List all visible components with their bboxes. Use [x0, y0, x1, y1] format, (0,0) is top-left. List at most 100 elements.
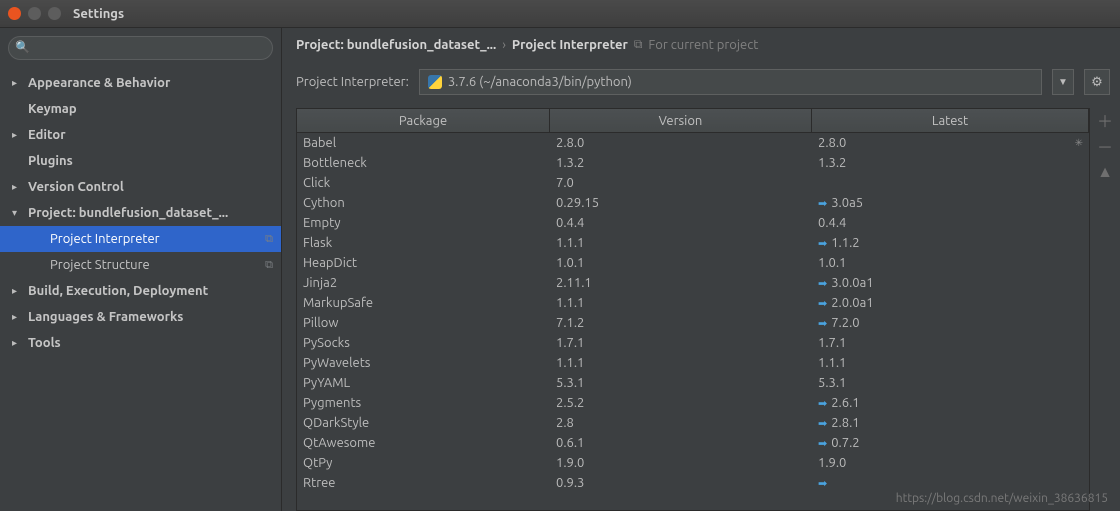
- table-row[interactable]: MarkupSafe1.1.1➡2.0.0a1: [297, 293, 1089, 313]
- cell-package: Jinja2: [297, 276, 550, 290]
- cell-latest: ➡1.1.2: [812, 236, 1089, 250]
- cell-version: 1.1.1: [550, 236, 812, 250]
- sidebar-item[interactable]: Project: bundlefusion_dataset_...: [0, 200, 281, 226]
- sidebar-item-label: Build, Execution, Deployment: [28, 284, 281, 298]
- window-maximize-icon[interactable]: [48, 7, 61, 20]
- table-row[interactable]: Bottleneck1.3.21.3.2: [297, 153, 1089, 173]
- copy-icon: ⧉: [634, 38, 643, 52]
- breadcrumb: Project: bundlefusion_dataset_... › Proj…: [282, 28, 1120, 62]
- cell-package: Cython: [297, 196, 550, 210]
- sidebar-item[interactable]: Build, Execution, Deployment: [0, 278, 281, 304]
- window-controls: [8, 7, 61, 20]
- table-row[interactable]: QtAwesome0.6.1➡0.7.2: [297, 433, 1089, 453]
- table-row[interactable]: PyWavelets1.1.11.1.1: [297, 353, 1089, 373]
- chevron-icon: [12, 77, 24, 89]
- sidebar-item-label: Plugins: [28, 154, 281, 168]
- breadcrumb-separator: ›: [502, 38, 506, 52]
- cell-version: 5.3.1: [550, 376, 812, 390]
- sidebar-item-selected[interactable]: Project Interpreter⧉: [0, 226, 281, 252]
- header-latest[interactable]: Latest: [812, 109, 1089, 132]
- cell-latest: ➡0.7.2: [812, 436, 1089, 450]
- cell-latest: ➡2.8.1: [812, 416, 1089, 430]
- cell-latest: ➡2.6.1: [812, 396, 1089, 410]
- table-row[interactable]: Flask1.1.1➡1.1.2: [297, 233, 1089, 253]
- sidebar-item[interactable]: Editor: [0, 122, 281, 148]
- interpreter-row: Project Interpreter: 3.7.6 (~/anaconda3/…: [282, 62, 1120, 102]
- upgrade-arrow-icon: ➡: [818, 297, 827, 310]
- header-version[interactable]: Version: [550, 109, 812, 132]
- table-row[interactable]: Jinja22.11.1➡3.0.0a1: [297, 273, 1089, 293]
- sidebar-item[interactable]: Languages & Frameworks: [0, 304, 281, 330]
- upgrade-arrow-icon: ➡: [818, 317, 827, 330]
- cell-version: 1.1.1: [550, 356, 812, 370]
- cell-latest: ➡3.0.0a1: [812, 276, 1089, 290]
- search-input[interactable]: [8, 36, 273, 60]
- cell-package: QtAwesome: [297, 436, 550, 450]
- sidebar-item[interactable]: Plugins: [0, 148, 281, 174]
- sidebar-item-label: Project Interpreter: [50, 232, 265, 246]
- cell-package: QDarkStyle: [297, 416, 550, 430]
- upgrade-arrow-icon: ➡: [818, 417, 827, 430]
- cell-latest: 1.3.2: [812, 156, 1089, 170]
- sidebar-item[interactable]: Keymap: [0, 96, 281, 122]
- table-row[interactable]: QDarkStyle2.8➡2.8.1: [297, 413, 1089, 433]
- table-row[interactable]: Cython0.29.15➡3.0a5: [297, 193, 1089, 213]
- cell-version: 2.5.2: [550, 396, 812, 410]
- upgrade-arrow-icon: ➡: [818, 397, 827, 410]
- window-minimize-icon[interactable]: [28, 7, 41, 20]
- cell-version: 7.1.2: [550, 316, 812, 330]
- breadcrumb-hint: For current project: [648, 38, 758, 52]
- sidebar-item-label: Version Control: [28, 180, 281, 194]
- sidebar-item-label: Tools: [28, 336, 281, 350]
- header-package[interactable]: Package: [297, 109, 550, 132]
- upgrade-arrow-icon: ➡: [818, 237, 827, 250]
- table-row[interactable]: Click7.0: [297, 173, 1089, 193]
- cell-package: PyYAML: [297, 376, 550, 390]
- cell-package: PyWavelets: [297, 356, 550, 370]
- titlebar: Settings: [0, 0, 1120, 28]
- sidebar-item[interactable]: Project Structure⧉: [0, 252, 281, 278]
- interpreter-dropdown-button[interactable]: ▼: [1052, 69, 1074, 95]
- sidebar-item[interactable]: Version Control: [0, 174, 281, 200]
- chevron-icon: [12, 207, 24, 219]
- sidebar-item[interactable]: Tools: [0, 330, 281, 356]
- table-row[interactable]: Empty0.4.40.4.4: [297, 213, 1089, 233]
- cell-latest: 0.4.4: [812, 216, 1089, 230]
- breadcrumb-project: Project: bundlefusion_dataset_...: [296, 38, 496, 52]
- cell-version: 7.0: [550, 176, 812, 190]
- upgrade-package-button[interactable]: ▲: [1095, 162, 1115, 182]
- interpreter-value: 3.7.6 (~/anaconda3/bin/python): [448, 75, 632, 89]
- table-row[interactable]: Pygments2.5.2➡2.6.1: [297, 393, 1089, 413]
- window-close-icon[interactable]: [8, 7, 21, 20]
- chevron-icon: [12, 285, 24, 297]
- cell-latest: ➡3.0a5: [812, 196, 1089, 210]
- sidebar-item[interactable]: Appearance & Behavior: [0, 70, 281, 96]
- cell-latest: 1.7.1: [812, 336, 1089, 350]
- interpreter-settings-button[interactable]: ⚙: [1084, 69, 1110, 95]
- cell-package: Flask: [297, 236, 550, 250]
- cell-package: Rtree: [297, 476, 550, 490]
- table-row[interactable]: Rtree0.9.3 ➡: [297, 473, 1089, 493]
- table-row[interactable]: HeapDict1.0.11.0.1: [297, 253, 1089, 273]
- table-row[interactable]: PyYAML5.3.15.3.1: [297, 373, 1089, 393]
- sidebar-item-label: Languages & Frameworks: [28, 310, 281, 324]
- gear-icon: ⚙: [1091, 75, 1103, 90]
- upgrade-arrow-icon: ➡: [818, 477, 827, 490]
- table-row[interactable]: Pillow7.1.2➡7.2.0: [297, 313, 1089, 333]
- cell-latest: 1.0.1: [812, 256, 1089, 270]
- interpreter-select[interactable]: 3.7.6 (~/anaconda3/bin/python): [419, 69, 1042, 95]
- table-row[interactable]: QtPy1.9.01.9.0: [297, 453, 1089, 473]
- cell-version: 2.8.0: [550, 136, 812, 150]
- packages-table: Package Version Latest Babel2.8.02.8.0✳B…: [296, 108, 1090, 511]
- table-row[interactable]: Babel2.8.02.8.0✳: [297, 133, 1089, 153]
- breadcrumb-page: Project Interpreter: [512, 38, 628, 52]
- table-row[interactable]: PySocks1.7.11.7.1: [297, 333, 1089, 353]
- add-package-button[interactable]: ＋: [1095, 110, 1115, 130]
- cell-version: 0.9.3: [550, 476, 812, 490]
- upgrade-arrow-icon: ➡: [818, 277, 827, 290]
- table-body[interactable]: Babel2.8.02.8.0✳Bottleneck1.3.21.3.2Clic…: [297, 133, 1089, 510]
- cell-latest: 5.3.1: [812, 376, 1089, 390]
- remove-package-button[interactable]: －: [1095, 136, 1115, 156]
- python-icon: [428, 75, 442, 89]
- cell-package: QtPy: [297, 456, 550, 470]
